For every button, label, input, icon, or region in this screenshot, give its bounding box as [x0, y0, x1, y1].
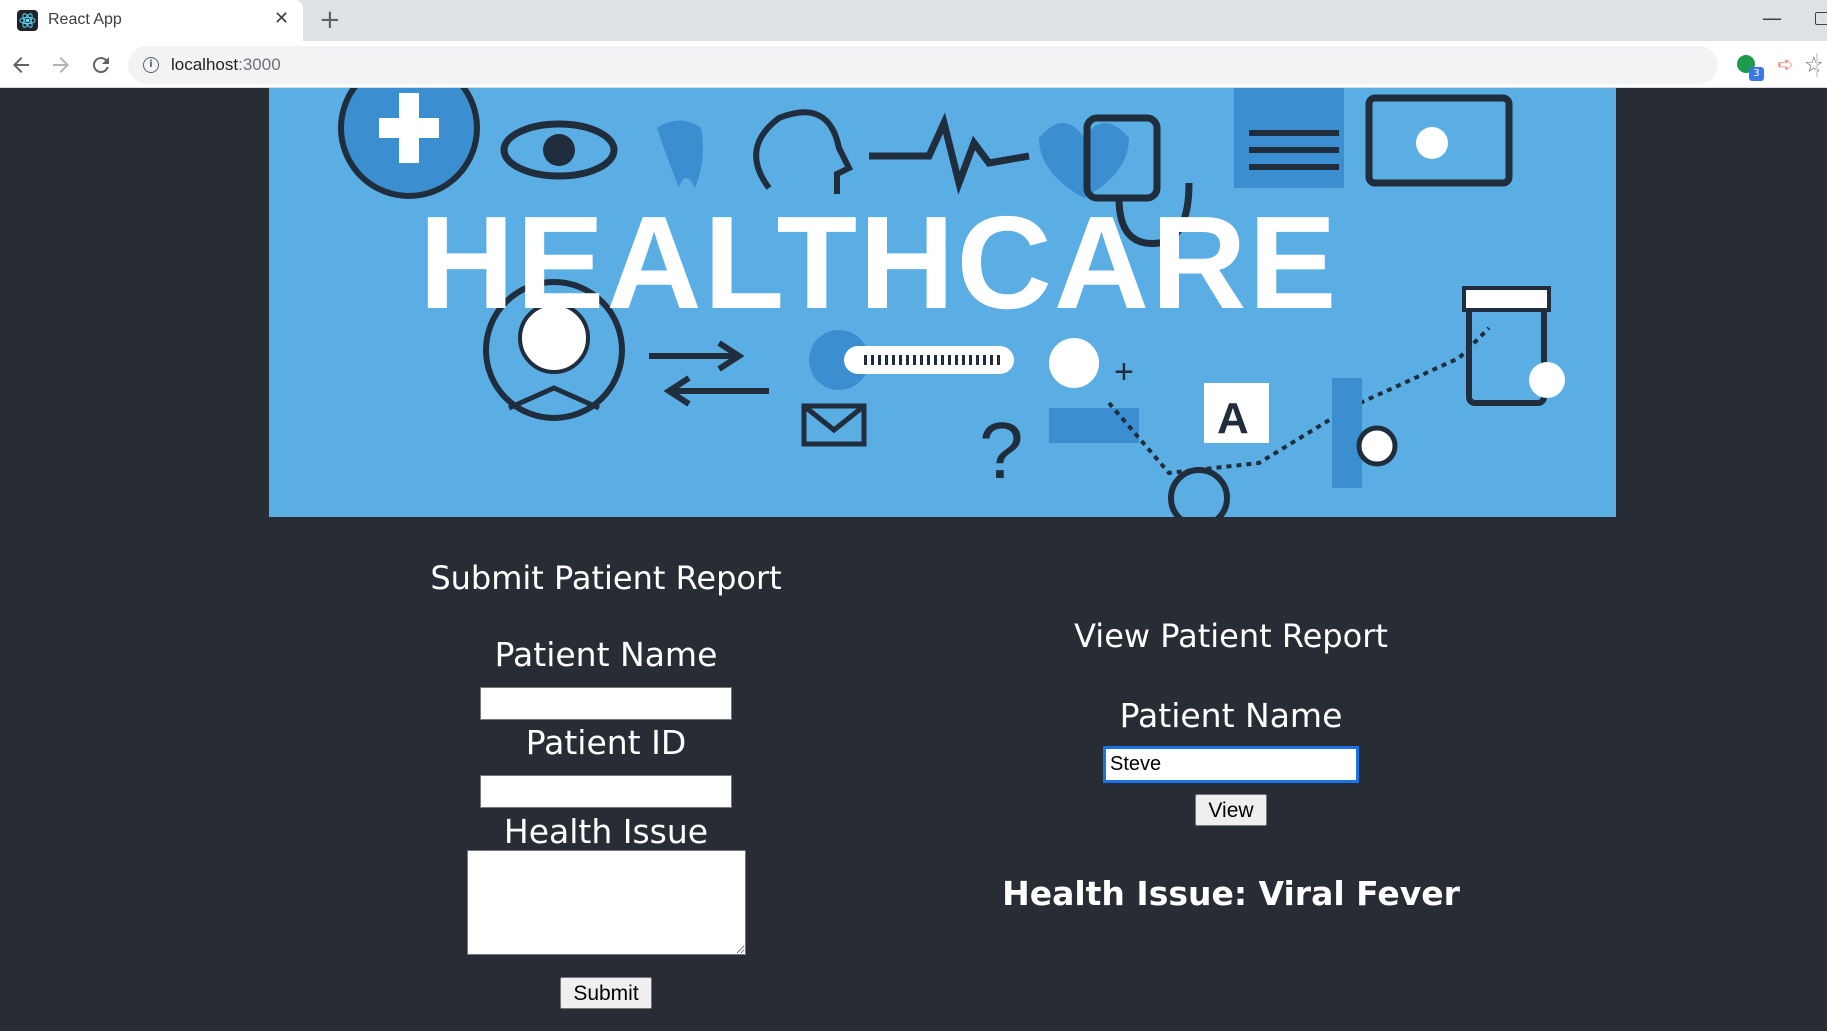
svg-text:+: +: [1114, 353, 1134, 391]
view-patient-name-label: Patient Name: [1119, 696, 1343, 735]
new-tab-icon[interactable]: +: [319, 6, 341, 34]
banner-heading: HEALTHCARE: [419, 189, 1339, 336]
browser-tab-bar: React App ✕ + —: [0, 0, 1827, 41]
browser-tab[interactable]: React App ✕: [0, 0, 303, 41]
patient-name-label: Patient Name: [494, 635, 718, 674]
maximize-window-icon[interactable]: [1815, 12, 1827, 25]
submit-report-form: Submit Patient Report Patient Name Patie…: [380, 558, 832, 1009]
patient-id-label: Patient ID: [525, 723, 687, 762]
tab-title: React App: [48, 11, 122, 28]
url-text: localhost:3000: [171, 55, 281, 74]
patient-id-input[interactable]: [480, 775, 732, 808]
minimize-window-icon[interactable]: —: [1762, 6, 1782, 30]
bookmark-star-icon[interactable]: ☆: [1804, 53, 1824, 78]
health-issue-textarea[interactable]: [466, 850, 746, 955]
submit-form-title: Submit Patient Report: [430, 559, 782, 597]
browser-toolbar: i localhost:3000 ☆ 3 ➪: [0, 41, 1827, 88]
svg-text:?: ?: [979, 406, 1024, 495]
site-info-icon[interactable]: i: [143, 57, 159, 73]
submit-button[interactable]: Submit: [560, 977, 652, 1009]
svg-text:A: A: [1217, 394, 1249, 443]
view-form-title: View Patient Report: [1074, 617, 1388, 655]
healthcare-banner-image: ? + A HEALTHCARE: [269, 88, 1616, 517]
health-issue-result: Health Issue: Viral Fever: [1002, 874, 1460, 913]
forward-arrow-icon[interactable]: [49, 53, 73, 77]
back-arrow-icon[interactable]: [9, 53, 33, 77]
extension-badge: 3: [1749, 67, 1764, 81]
reload-icon[interactable]: [89, 53, 113, 77]
view-patient-name-input[interactable]: [1103, 746, 1359, 783]
health-issue-label: Health Issue: [503, 812, 709, 851]
view-button[interactable]: View: [1195, 794, 1267, 826]
view-report-form: View Patient Report Patient Name View He…: [1000, 616, 1462, 913]
cast-extension-icon[interactable]: ➪: [1777, 52, 1794, 76]
react-logo-icon: [17, 10, 38, 31]
toolbar-divider: [1816, 53, 1818, 77]
submit-patient-name-input[interactable]: [480, 687, 732, 720]
close-tab-icon[interactable]: ✕: [274, 9, 289, 29]
address-bar[interactable]: i localhost:3000 ☆: [128, 46, 1824, 84]
